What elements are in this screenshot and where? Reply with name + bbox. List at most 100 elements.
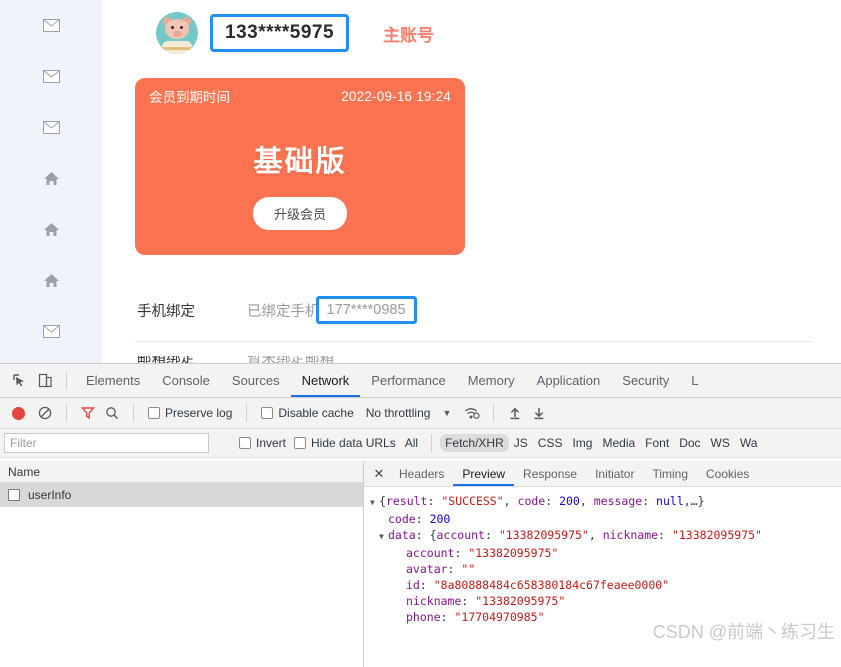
json-line-data[interactable]: ▼ data: {account: "13382095975", nickname… [370,527,839,545]
disable-cache-checkbox[interactable]: Disable cache [261,406,354,420]
mail-icon[interactable] [0,102,102,153]
phone-binding-prefix: 已绑定手机 [247,303,320,320]
tab-console[interactable]: Console [151,364,221,397]
request-detail-pane: ✕ Headers Preview Response Initiator Tim… [364,461,841,667]
json-key: account [406,546,455,560]
app-root: 133****5975 主账号 会员到期时间 2022-09-16 19:24 … [0,0,841,667]
mail-icon[interactable] [0,306,102,357]
chevron-down-icon[interactable]: ▼ [442,408,451,418]
filter-type-js[interactable]: JS [509,434,533,452]
json-value: "8a80888484c658380184c67feaee0000" [433,578,670,592]
home-icon[interactable] [0,204,102,255]
tab-security[interactable]: Security [611,364,680,397]
filter-type-wasm[interactable]: Wa [735,434,763,452]
preserve-log-checkbox[interactable]: Preserve log [148,406,232,420]
tab-response[interactable]: Response [514,461,586,486]
account-row: 133****5975 主账号 [156,12,434,54]
json-key: nickname [406,594,462,608]
page-sidebar [0,0,102,363]
checkbox-box [261,407,274,419]
home-icon[interactable] [0,153,102,204]
filter-type-css[interactable]: CSS [533,434,568,452]
tab-sources[interactable]: Sources [221,364,291,397]
tab-headers[interactable]: Headers [390,461,453,486]
mail-icon[interactable] [0,51,102,102]
close-icon[interactable]: ✕ [368,463,390,485]
json-key: id [406,578,420,592]
table-row[interactable]: userInfo [0,483,363,507]
json-key: avatar [406,562,448,576]
upgrade-membership-button[interactable]: 升级会员 [252,197,347,230]
import-har-icon[interactable] [504,402,526,424]
filter-type-img[interactable]: Img [567,434,597,452]
preserve-log-label: Preserve log [165,406,233,420]
checkbox-box [148,407,160,419]
json-brace: { [429,528,437,542]
tab-cookies[interactable]: Cookies [697,461,758,486]
json-preview-tree: ▼ {result: "SUCCESS", code: 200, message:… [364,487,841,667]
phone-binding-row: 手机绑定 已绑定手机 177****0985 [137,296,812,324]
disable-cache-label: Disable cache [278,406,354,420]
clear-icon[interactable] [34,402,56,424]
tab-initiator[interactable]: Initiator [586,461,643,486]
json-brace: ,…} [683,494,705,508]
tab-application[interactable]: Application [526,364,612,397]
checkbox-box [294,437,307,449]
json-line-id: id: "8a80888484c658380184c67feaee0000" [406,578,670,592]
request-column-header: Name [0,461,363,483]
tab-memory[interactable]: Memory [457,364,526,397]
filter-type-font[interactable]: Font [640,434,674,452]
tab-lighthouse[interactable]: L [680,364,709,397]
home-icon[interactable] [0,255,102,306]
avatar-eye-right [180,26,183,29]
inspect-element-icon[interactable] [6,368,32,394]
network-conditions-icon[interactable] [461,402,483,424]
mail-icon[interactable] [0,0,102,51]
member-upgrade-wrap: 升级会员 [135,197,465,230]
hide-data-urls-checkbox[interactable]: Hide data URLs [294,436,396,450]
json-value: "13382095975" [468,546,559,560]
hide-data-urls-label: Hide data URLs [311,436,396,450]
tab-timing[interactable]: Timing [643,461,697,486]
json-root-line[interactable]: ▼ {result: "SUCCESS", code: 200, message:… [370,493,839,511]
filter-type-all[interactable]: All [400,434,423,452]
request-checkbox[interactable] [8,489,20,501]
search-icon[interactable] [101,402,123,424]
avatar [156,12,198,54]
record-button[interactable] [12,406,25,420]
filter-type-media[interactable]: Media [597,434,640,452]
account-phone-masked: 133****5975 [210,13,350,53]
json-key: nickname [602,528,659,542]
json-key: account [436,528,485,542]
json-value: "" [461,562,476,576]
avatar-eye-left [171,26,174,29]
collapse-triangle-icon[interactable]: ▼ [379,529,388,545]
json-value: "13382095975" [475,594,566,608]
tab-network[interactable]: Network [291,364,361,397]
network-toolbar: Preserve log Disable cache No throttling… [0,398,841,429]
avatar-stripe [162,47,192,50]
phone-binding-value: 已绑定手机 177****0985 [247,296,417,324]
filter-type-doc[interactable]: Doc [674,434,705,452]
json-key: data [388,528,416,542]
json-line-account: account: "13382095975" [406,546,559,560]
export-har-icon[interactable] [528,402,550,424]
device-toolbar-icon[interactable] [32,368,58,394]
request-name: userInfo [28,488,72,502]
filter-separator [431,434,433,452]
json-value: "13382095975" [498,528,589,542]
collapse-triangle-icon[interactable]: ▼ [370,495,379,511]
devtools-tabbar: Elements Console Sources Network Perform… [0,364,841,398]
throttling-select[interactable]: No throttling [366,406,431,420]
tab-performance[interactable]: Performance [360,364,456,397]
json-key: code [388,512,416,526]
filter-type-ws[interactable]: WS [706,434,735,452]
filter-input[interactable] [4,433,209,453]
json-line-phone: phone: "17704970985" [406,610,545,624]
tab-elements[interactable]: Elements [75,364,151,397]
filter-icon[interactable] [77,402,99,424]
json-value: null [656,494,684,508]
filter-type-fetch-xhr[interactable]: Fetch/XHR [440,434,509,452]
tab-preview[interactable]: Preview [453,461,514,486]
invert-checkbox[interactable]: Invert [239,436,286,450]
